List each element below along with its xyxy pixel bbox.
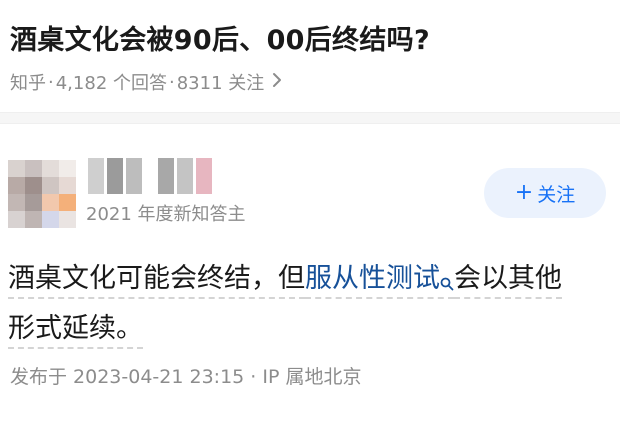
question-header: 酒桌文化会被90后、00后终结吗? 知乎 · 4,182 个回答 · 8311 … xyxy=(0,0,620,112)
answer-count: 4,182 个回答 xyxy=(55,73,167,94)
answer-search-link[interactable]: 服从性测试 xyxy=(305,263,454,299)
publish-info: 发布于 2023-04-21 23:15 · IP 属地北京 xyxy=(10,366,362,388)
follow-button-label: 关注 xyxy=(537,183,576,206)
source-label: 知乎 xyxy=(10,73,46,94)
follower-count: 8311 关注 xyxy=(176,73,265,94)
meta-separator: · xyxy=(169,71,175,93)
meta-separator: · xyxy=(48,71,54,93)
author-badge: 2021 年度新知答主 xyxy=(86,204,246,225)
search-icon xyxy=(440,260,454,306)
avatar[interactable] xyxy=(8,160,76,228)
question-meta[interactable]: 知乎 · 4,182 个回答 · 8311 关注 xyxy=(10,69,282,95)
section-divider xyxy=(0,112,620,124)
follow-button[interactable]: + 关注 xyxy=(484,168,606,218)
answer-text-2: 会以其他 xyxy=(454,263,562,299)
question-title[interactable]: 酒桌文化会被90后、00后终结吗? xyxy=(10,18,430,57)
chevron-right-icon xyxy=(272,72,282,93)
answer-text-1: 酒桌文化可能会终结，但 xyxy=(8,263,305,299)
author-name[interactable] xyxy=(88,158,213,194)
answer-text-3: 形式延续。 xyxy=(8,313,143,349)
plus-icon: + xyxy=(514,180,534,205)
zhihu-answer-page: 酒桌文化会被90后、00后终结吗? 知乎 · 4,182 个回答 · 8311 … xyxy=(0,0,620,424)
answer-content: 酒桌文化可能会终结，但服从性测试 会以其他 形式延续。 xyxy=(8,256,608,352)
answer-link-text[interactable]: 服从性测试 xyxy=(305,263,440,294)
